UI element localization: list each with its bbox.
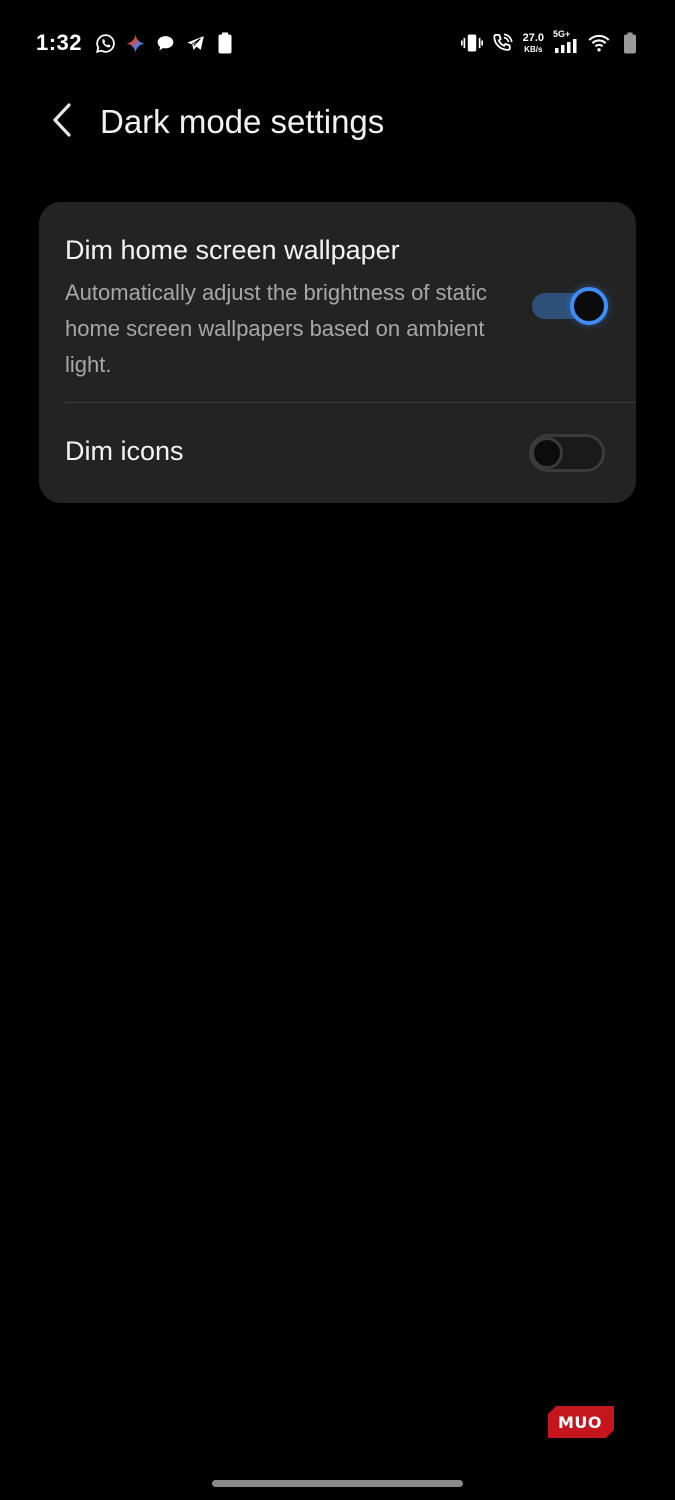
battery-saver-icon [214,32,236,54]
setting-dim-icons[interactable]: Dim icons [39,403,636,503]
status-time: 1:32 [36,30,83,55]
back-button[interactable] [40,100,84,144]
muo-watermark-logo: MUO [548,1406,614,1438]
app-header: Dark mode settings [0,90,675,154]
setting-title: Dim icons [65,436,184,466]
battery-icon [619,32,641,54]
setting-title: Dim home screen wallpaper [65,235,400,265]
status-right: 27.0 KB/s 5G+ [460,28,641,58]
chevron-left-icon [50,102,74,143]
status-bar: 1:32 27.0 KB/s 5G+ [0,0,675,84]
settings-card: Dim home screen wallpaper Automatically … [39,202,636,503]
chat-icon [154,32,176,54]
dim-wallpaper-toggle[interactable] [532,287,608,325]
page-title: Dark mode settings [100,103,385,140]
toggle-thumb [531,437,563,469]
signal-icon: 5G+ [553,29,579,54]
dim-icons-toggle[interactable] [529,434,605,472]
wifi-calling-icon [492,32,514,54]
watermark-text: MUO [558,1413,603,1432]
screen: 1:32 27.0 KB/s 5G+ Dark mode settings Di… [0,0,675,1500]
wifi-icon [588,32,610,54]
gesture-navigation-bar[interactable] [212,1480,463,1487]
whatsapp-icon [94,32,116,54]
vibrate-icon [460,32,483,54]
setting-dim-wallpaper[interactable]: Dim home screen wallpaper Automatically … [39,202,636,402]
network-speed-value: 27.0 [522,31,544,44]
setting-description: Automatically adjust the brightness of s… [65,280,487,377]
network-speed: 27.0 KB/s [522,31,544,54]
gemini-icon [124,32,146,54]
status-left: 1:32 [36,28,236,58]
network-speed-unit: KB/s [524,44,543,54]
telegram-icon [184,32,206,54]
toggle-thumb [570,287,608,325]
